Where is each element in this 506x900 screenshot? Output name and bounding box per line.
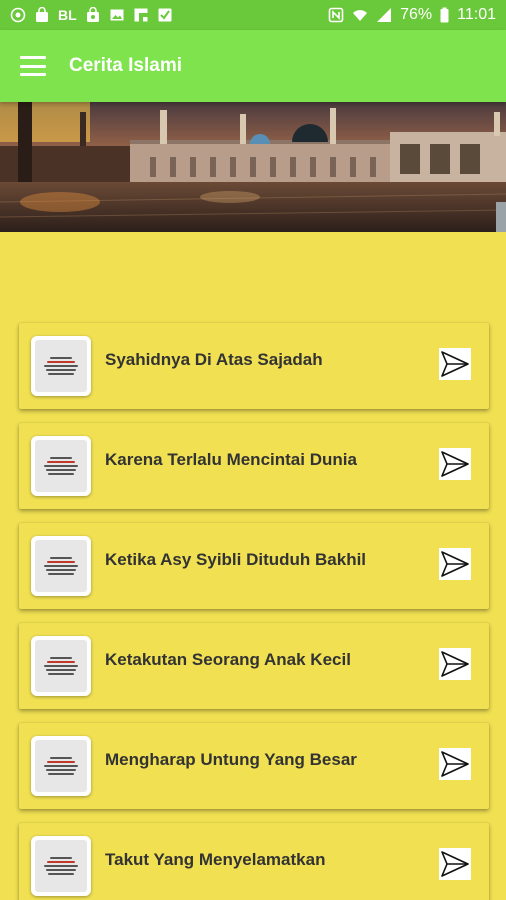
send-arrow-icon[interactable] [439, 848, 471, 880]
status-right-icons: 76% 11:01 [328, 6, 496, 24]
wifi-icon [352, 7, 368, 23]
send-arrow-icon[interactable] [439, 648, 471, 680]
list-item[interactable]: Ketika Asy Syibli Dituduh Bakhil [19, 523, 489, 609]
status-left-icons: BL [10, 7, 173, 23]
list-item[interactable]: Syahidnya Di Atas Sajadah [19, 323, 489, 409]
story-title: Mengharap Untung Yang Besar [105, 750, 357, 769]
send-arrow-icon[interactable] [439, 348, 471, 380]
story-thumbnail [31, 436, 91, 496]
story-thumbnail [31, 836, 91, 896]
sim-status-icon [10, 7, 26, 23]
clock: 11:01 [457, 6, 496, 23]
story-thumbnail [31, 636, 91, 696]
send-arrow-icon[interactable] [439, 748, 471, 780]
send-arrow-icon[interactable] [439, 448, 471, 480]
shopping-bag-icon [85, 7, 101, 23]
send-arrow-icon[interactable] [439, 548, 471, 580]
bl-text-icon: BL [58, 7, 77, 23]
status-bar: BL 76% 11:01 [0, 0, 506, 30]
hamburger-menu-icon[interactable] [20, 56, 46, 76]
story-title: Ketika Asy Syibli Dituduh Bakhil [105, 550, 367, 569]
mosque-banner-image [0, 102, 506, 232]
story-title: Ketakutan Seorang Anak Kecil [105, 650, 351, 669]
app-title: Cerita Islami [69, 55, 182, 76]
nfc-icon [328, 7, 344, 23]
list-item[interactable]: Mengharap Untung Yang Besar [19, 723, 489, 809]
signal-icon [376, 7, 392, 23]
story-thumbnail [31, 736, 91, 796]
battery-percentage: 76% [400, 6, 433, 23]
app-bar: Cerita Islami [0, 30, 506, 102]
list-item[interactable]: Takut Yang Menyelamatkan [19, 823, 489, 900]
list-item[interactable]: Ketakutan Seorang Anak Kecil [19, 623, 489, 709]
story-title: Takut Yang Menyelamatkan [105, 850, 326, 869]
story-thumbnail [31, 536, 91, 596]
list-item[interactable]: Karena Terlalu Mencintai Dunia [19, 423, 489, 509]
bag-icon [34, 7, 50, 23]
story-title: Syahidnya Di Atas Sajadah [105, 350, 323, 369]
story-thumbnail [31, 336, 91, 396]
flipboard-icon [133, 7, 149, 23]
story-title: Karena Terlalu Mencintai Dunia [105, 450, 357, 469]
image-icon [109, 7, 125, 23]
tasks-icon [157, 7, 173, 23]
battery-icon [440, 7, 449, 23]
